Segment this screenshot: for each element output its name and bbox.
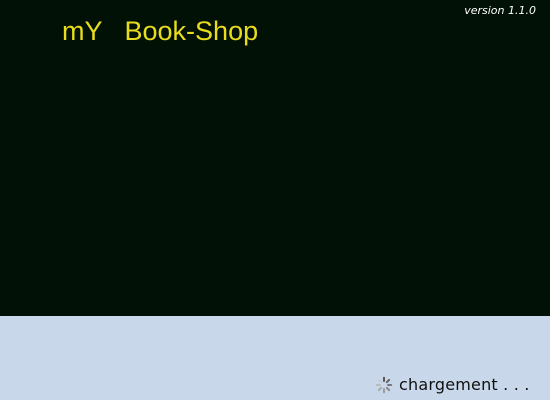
splash-window: version 1.1.0 mY Book-Shop chargement . … (0, 0, 550, 400)
version-label: version 1.1.0 (464, 4, 536, 17)
loading-text: chargement . . . (399, 375, 530, 394)
loading-indicator: chargement . . . (375, 375, 530, 394)
spinner-icon (375, 376, 393, 393)
splash-header-panel: version 1.1.0 mY Book-Shop (0, 0, 550, 316)
app-title: mY Book-Shop (62, 16, 259, 46)
